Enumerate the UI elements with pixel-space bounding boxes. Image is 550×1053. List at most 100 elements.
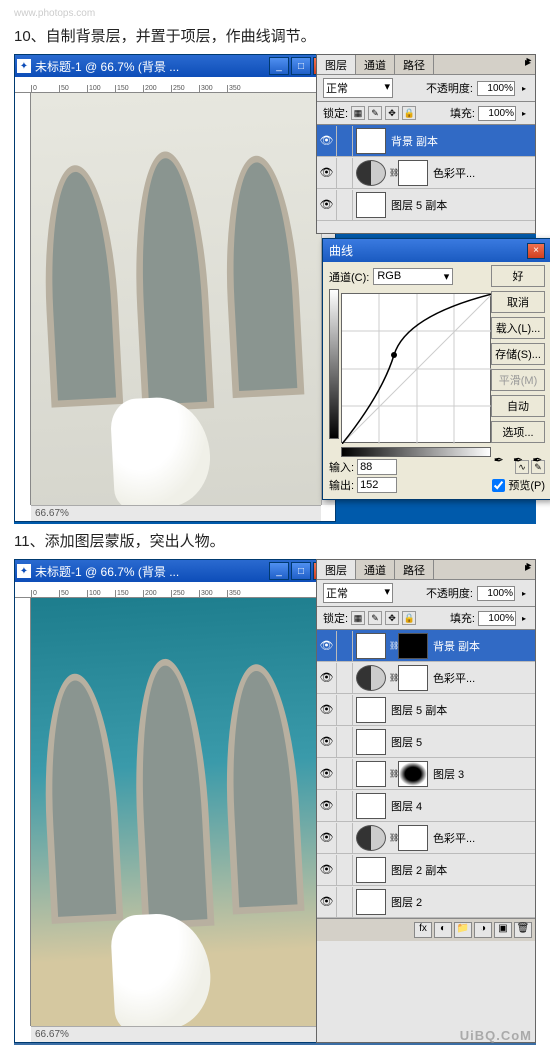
- canvas[interactable]: [31, 93, 321, 505]
- layer-row[interactable]: 👁 ⛓ 色彩平...: [317, 157, 535, 189]
- layer-thumb[interactable]: [356, 857, 386, 883]
- folder-icon[interactable]: 📁: [454, 922, 472, 938]
- mask-thumb[interactable]: [398, 633, 428, 659]
- fill-chevron-icon[interactable]: ▸: [519, 109, 529, 118]
- opacity-input[interactable]: [477, 586, 515, 601]
- eyedropper-black-icon[interactable]: ✒: [491, 453, 506, 469]
- load-button[interactable]: 载入(L)...: [491, 317, 545, 339]
- adjustment-icon[interactable]: ◑: [474, 922, 492, 938]
- lock-transparent-icon[interactable]: ▦: [351, 106, 365, 120]
- titlebar[interactable]: ✦ 未标题-1 @ 66.7% (背景 ... _ □ ×: [15, 55, 335, 77]
- layer-thumb[interactable]: [356, 761, 386, 787]
- canvas[interactable]: [31, 598, 321, 1026]
- channel-select[interactable]: RGB▾: [373, 268, 453, 285]
- blend-mode-select[interactable]: 正常▾: [323, 78, 393, 98]
- maximize-button[interactable]: □: [291, 57, 311, 75]
- minimize-button[interactable]: _: [269, 57, 289, 75]
- fill-input[interactable]: [478, 611, 516, 626]
- panel-menu-more[interactable]: ▸: [523, 55, 535, 75]
- fill-chevron-icon[interactable]: ▸: [519, 614, 529, 623]
- layer-row[interactable]: 👁图层 5: [317, 726, 535, 758]
- eye-icon[interactable]: 👁: [317, 126, 337, 156]
- tab-paths[interactable]: 路径: [395, 560, 434, 579]
- auto-button[interactable]: 自动: [491, 395, 545, 417]
- layer-row[interactable]: 👁图层 5 副本: [317, 694, 535, 726]
- lock-all-icon[interactable]: 🔒: [402, 611, 416, 625]
- layer-thumb[interactable]: [356, 729, 386, 755]
- eye-icon[interactable]: 👁: [317, 631, 337, 661]
- layer-thumb[interactable]: [356, 128, 386, 154]
- lock-move-icon[interactable]: ✥: [385, 106, 399, 120]
- layer-thumb[interactable]: [356, 192, 386, 218]
- dialog-close-button[interactable]: ×: [527, 243, 545, 259]
- options-button[interactable]: 选项...: [491, 421, 545, 443]
- mask-thumb[interactable]: [398, 761, 428, 787]
- layer-row[interactable]: 👁⛓色彩平...: [317, 662, 535, 694]
- lock-move-icon[interactable]: ✥: [385, 611, 399, 625]
- mask-thumb[interactable]: [398, 665, 428, 691]
- ruler-horizontal: 050100150200250300350: [15, 582, 335, 598]
- blend-mode-select[interactable]: 正常▾: [323, 583, 393, 603]
- mask-icon[interactable]: ◐: [434, 922, 452, 938]
- tab-layers[interactable]: 图层: [317, 55, 356, 74]
- curves-output-field[interactable]: [357, 477, 397, 493]
- ok-button[interactable]: 好: [491, 265, 545, 287]
- layer-row[interactable]: 👁⛓背景 副本: [317, 630, 535, 662]
- layer-row[interactable]: 👁 图层 5 副本: [317, 189, 535, 221]
- layer-thumb[interactable]: [356, 825, 386, 851]
- eyedropper-white-icon[interactable]: ✒: [530, 453, 545, 469]
- layer-thumb[interactable]: [356, 633, 386, 659]
- adjustment-thumb[interactable]: [356, 160, 386, 186]
- layer-row[interactable]: 👁图层 4: [317, 790, 535, 822]
- layer-row[interactable]: 👁⛓色彩平...: [317, 822, 535, 854]
- curves-input-field[interactable]: [357, 459, 397, 475]
- eye-icon[interactable]: 👁: [317, 823, 337, 853]
- panel-menu-more[interactable]: ▸: [523, 560, 535, 580]
- curves-dialog[interactable]: 曲线 × 通道(C): RGB▾: [322, 238, 550, 500]
- lock-row: 锁定: ▦ ✎ ✥ 🔒 填充: ▸: [317, 607, 535, 630]
- layer-row[interactable]: 👁图层 2 副本: [317, 854, 535, 886]
- fx-icon[interactable]: fx: [414, 922, 432, 938]
- lock-brush-icon[interactable]: ✎: [368, 611, 382, 625]
- layer-row[interactable]: 👁⛓图层 3: [317, 758, 535, 790]
- layer-row[interactable]: 👁 背景 副本: [317, 125, 535, 157]
- eye-icon[interactable]: 👁: [317, 190, 337, 220]
- opacity-input[interactable]: [477, 81, 515, 96]
- minimize-button[interactable]: _: [269, 562, 289, 580]
- eye-icon[interactable]: 👁: [317, 695, 337, 725]
- eye-icon[interactable]: 👁: [317, 855, 337, 885]
- eye-icon[interactable]: 👁: [317, 887, 337, 917]
- trash-icon[interactable]: 🗑: [514, 922, 532, 938]
- titlebar[interactable]: ✦ 未标题-1 @ 66.7% (背景 ... _ □ ×: [15, 560, 335, 582]
- eye-icon[interactable]: 👁: [317, 759, 337, 789]
- tab-layers[interactable]: 图层: [317, 560, 356, 579]
- new-layer-icon[interactable]: ▣: [494, 922, 512, 938]
- tab-channels[interactable]: 通道: [356, 55, 395, 74]
- layer-row[interactable]: 👁图层 2: [317, 886, 535, 918]
- lock-all-icon[interactable]: 🔒: [402, 106, 416, 120]
- dialog-titlebar[interactable]: 曲线 ×: [323, 239, 550, 262]
- lock-brush-icon[interactable]: ✎: [368, 106, 382, 120]
- opacity-chevron-icon[interactable]: ▸: [519, 84, 529, 93]
- layer-thumb[interactable]: [356, 697, 386, 723]
- eye-icon[interactable]: 👁: [317, 727, 337, 757]
- preview-checkbox[interactable]: [492, 479, 505, 492]
- tab-channels[interactable]: 通道: [356, 560, 395, 579]
- lock-transparent-icon[interactable]: ▦: [351, 611, 365, 625]
- eye-icon[interactable]: 👁: [317, 791, 337, 821]
- opacity-chevron-icon[interactable]: ▸: [519, 589, 529, 598]
- eye-icon[interactable]: 👁: [317, 158, 337, 188]
- layer-thumb[interactable]: [356, 665, 386, 691]
- tab-paths[interactable]: 路径: [395, 55, 434, 74]
- curve-grid[interactable]: [341, 293, 491, 443]
- save-button[interactable]: 存储(S)...: [491, 343, 545, 365]
- layer-thumb[interactable]: [356, 889, 386, 915]
- eye-icon[interactable]: 👁: [317, 663, 337, 693]
- mask-thumb[interactable]: [398, 825, 428, 851]
- layer-thumb[interactable]: [356, 793, 386, 819]
- eyedropper-gray-icon[interactable]: ✒: [510, 453, 525, 469]
- mask-thumb[interactable]: [398, 160, 428, 186]
- maximize-button[interactable]: □: [291, 562, 311, 580]
- cancel-button[interactable]: 取消: [491, 291, 545, 313]
- fill-input[interactable]: [478, 106, 516, 121]
